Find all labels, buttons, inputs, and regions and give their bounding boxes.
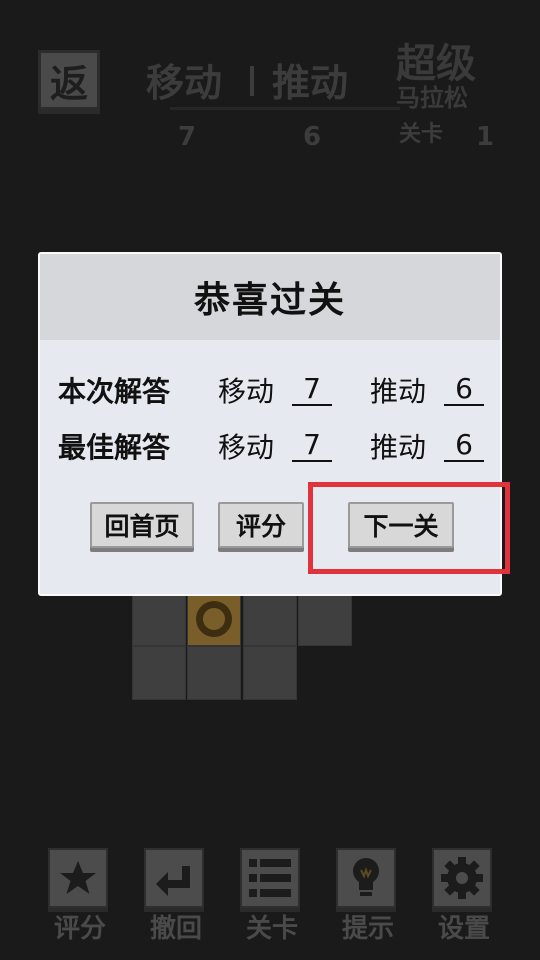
floor-tile: [132, 646, 186, 700]
best-pushes-label: 推动: [370, 431, 427, 464]
gear-icon: [432, 848, 492, 908]
top-hud: 返 移动 推动 7 6 超级 马拉松 关卡 1: [0, 0, 540, 200]
best-solution-row: 最佳解答 移动 7 推动 6: [58, 426, 484, 466]
toolbar-hint-label: 提示: [341, 914, 394, 944]
current-moves-label: 移动: [218, 375, 275, 408]
best-solution-label: 最佳解答: [58, 431, 171, 464]
back-button-label: 返: [49, 61, 88, 106]
dialog-title: 恭喜过关: [193, 280, 346, 321]
bottom-toolbar: 评分 撤回 关卡 提示 设置: [0, 840, 540, 960]
floor-tile: [298, 592, 352, 646]
pushes-label: 推动: [272, 61, 349, 105]
best-moves-label: 移动: [218, 431, 275, 464]
toolbar-rate[interactable]: 评分: [48, 848, 112, 942]
game-title-line2: 马拉松: [396, 84, 468, 112]
floor-tile: [243, 646, 297, 700]
best-moves-value: 7: [292, 430, 332, 462]
back-button[interactable]: 返: [38, 50, 100, 110]
undo-icon: [144, 848, 204, 908]
level-number: 1: [476, 122, 495, 152]
toolbar-settings[interactable]: 设置: [432, 848, 496, 942]
toolbar-levels-label: 关卡: [245, 914, 298, 944]
toolbar-rate-label: 评分: [53, 914, 106, 944]
home-button[interactable]: 回首页: [90, 502, 194, 548]
hud-separator: [250, 66, 254, 96]
level-list-icon: [240, 848, 300, 908]
toolbar-levels[interactable]: 关卡: [240, 848, 304, 942]
toolbar-settings-label: 设置: [437, 914, 490, 944]
moves-count: 7: [178, 122, 197, 152]
current-pushes-label: 推动: [370, 375, 427, 408]
game-title-line1: 超级: [396, 41, 476, 87]
goal-tile: [187, 592, 241, 646]
current-solution-row: 本次解答 移动 7 推动 6: [58, 370, 484, 410]
best-pushes-value: 6: [444, 430, 484, 462]
toolbar-hint[interactable]: 提示: [336, 848, 400, 942]
game-title: 超级 马拉松: [396, 44, 476, 110]
floor-tile: [132, 592, 186, 646]
moves-label: 移动: [146, 61, 223, 105]
dialog-header: 恭喜过关: [40, 254, 500, 340]
level-label: 关卡: [399, 122, 444, 147]
current-pushes-value: 6: [444, 374, 484, 406]
hud-divider: [170, 107, 400, 110]
goal-ring-icon: [196, 601, 232, 637]
pushes-count: 6: [303, 122, 322, 152]
highlight-box: [308, 482, 510, 574]
current-moves-value: 7: [292, 374, 332, 406]
floor-tile: [243, 592, 297, 646]
current-solution-label: 本次解答: [58, 375, 171, 408]
star-icon: [48, 848, 108, 908]
game-screen: 返 移动 推动 7 6 超级 马拉松 关卡 1 恭喜过关 本次解答 移动 7 推…: [0, 0, 540, 960]
rate-button[interactable]: 评分: [218, 502, 304, 548]
lightbulb-icon: [336, 848, 396, 908]
toolbar-undo-label: 撤回: [149, 914, 202, 944]
floor-tile: [187, 646, 241, 700]
toolbar-undo[interactable]: 撤回: [144, 848, 208, 942]
